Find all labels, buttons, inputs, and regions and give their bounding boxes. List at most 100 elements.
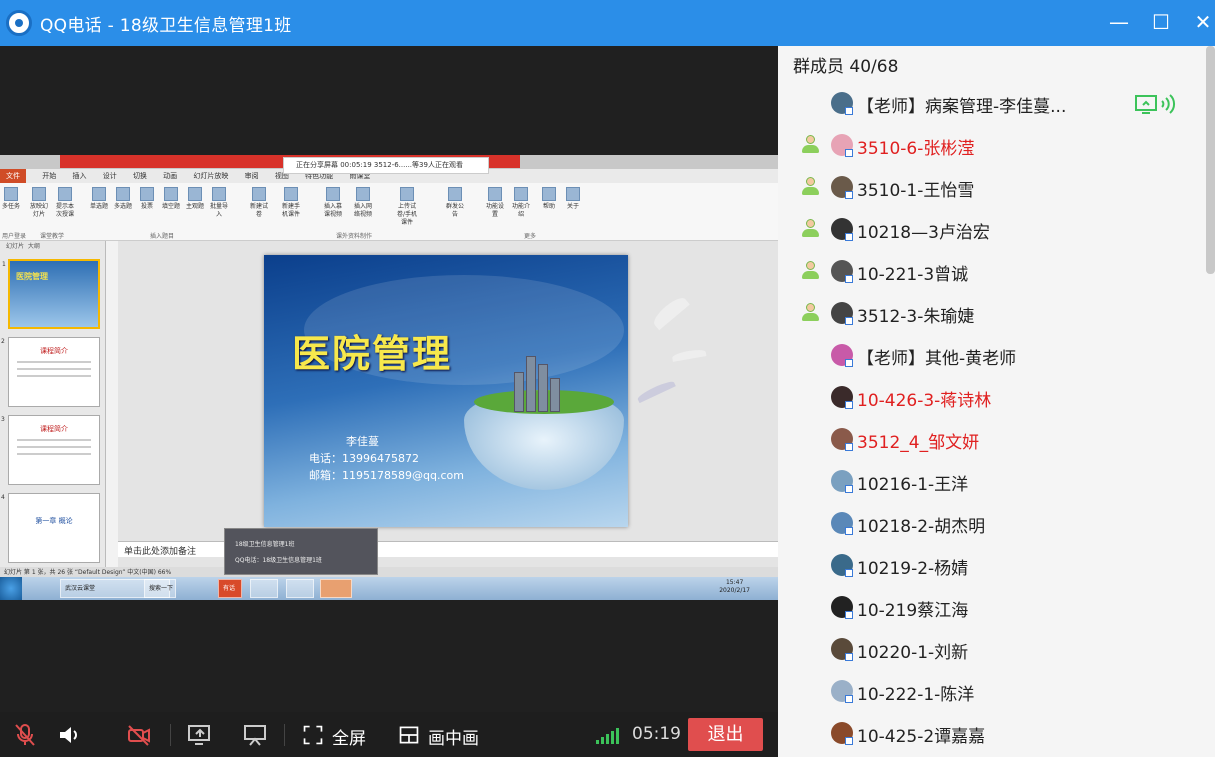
ribbon-button: 插入慕课视频 — [322, 187, 344, 219]
presenter-email: 邮箱：1195178589@qq.com — [309, 469, 464, 482]
user-status-icon — [800, 260, 820, 280]
member-list-panel: 群成员 40/68 【老师】病案管理-李佳蔓... 3510-6-张彬滢 3510-… — [778, 46, 1215, 757]
window-title: QQ电话 - 18级卫生信息管理1班 — [40, 16, 292, 36]
qq-logo-icon — [6, 10, 32, 36]
member-item[interactable]: 3510-6-张彬滢 — [778, 124, 1215, 166]
member-item[interactable]: 3512-3-朱瑜婕 — [778, 292, 1215, 334]
ppt-tab: 幻灯片放映 — [193, 172, 229, 180]
ribbon-button: 单选题 — [88, 187, 110, 211]
presentation-icon[interactable] — [242, 722, 268, 748]
ribbon-button: 批量导入 — [208, 187, 230, 219]
device-badge-icon — [845, 275, 853, 283]
ppt-tab: 审阅 — [244, 172, 259, 180]
speaker-icon[interactable] — [56, 722, 82, 748]
device-badge-icon — [845, 317, 853, 325]
device-badge-icon — [845, 695, 853, 703]
island-graphic — [464, 356, 624, 490]
device-badge-icon — [845, 233, 853, 241]
member-name: 10-219蔡江海 — [857, 601, 969, 621]
member-item[interactable]: 【老师】病案管理-李佳蔓... — [778, 82, 1215, 124]
ribbon-button: 主观题 — [184, 187, 206, 211]
ribbon-button: 插入网络视频 — [352, 187, 374, 219]
ppt-tab: 动画 — [163, 172, 178, 180]
member-item[interactable]: 【老师】其他-黄老师 — [778, 334, 1215, 376]
member-list-scrollbar[interactable] — [1206, 46, 1215, 274]
member-name: 3510-6-张彬滢 — [857, 139, 975, 159]
picture-in-picture-button[interactable]: 画中画 — [428, 724, 479, 749]
user-status-icon — [800, 302, 820, 322]
member-item[interactable]: 3510-1-王怡雪 — [778, 166, 1215, 208]
fullscreen-button[interactable]: 全屏 — [332, 724, 366, 749]
windows-taskbar: 武汉云课堂 搜索一下 有话 15:47 2020/2/17 — [0, 577, 778, 600]
start-icon — [0, 577, 22, 600]
member-item[interactable]: 3512_4_邹文妍 — [778, 418, 1215, 460]
ppt-tab: 开始 — [42, 172, 57, 180]
taskbar-item: 有话 — [218, 579, 242, 598]
member-item[interactable]: 10218-2-胡杰明 — [778, 502, 1215, 544]
ribbon-group-label: 用户登录 — [2, 233, 27, 240]
member-item[interactable]: 10-425-2谭嘉嘉 — [778, 712, 1215, 754]
slide-thumbnail: 3 课程简介 — [1, 415, 100, 485]
ribbon-button: 功能介绍 — [510, 187, 532, 219]
ppt-tab: 文件 — [0, 169, 26, 183]
member-name: 3512-3-朱瑜婕 — [857, 307, 975, 327]
device-badge-icon — [845, 401, 853, 409]
ribbon-group-label: 插入题目 — [150, 233, 175, 240]
close-button[interactable]: ✕ — [1188, 7, 1215, 37]
member-item[interactable]: 10-219蔡江海 — [778, 586, 1215, 628]
ribbon-button: 投票 — [136, 187, 158, 211]
taskbar-item: 搜索一下 — [144, 579, 176, 598]
device-badge-icon — [845, 149, 853, 157]
ribbon-button: 提示本次授课 — [54, 187, 76, 219]
ribbon-button: 放映幻灯片 — [28, 187, 50, 219]
device-badge-icon — [845, 485, 853, 493]
device-badge-icon — [845, 359, 853, 367]
member-item[interactable]: 10220-1-刘新 — [778, 628, 1215, 670]
presenter-phone: 电话：13996475872 — [309, 452, 419, 465]
camera-off-icon[interactable] — [126, 722, 152, 748]
member-count-header: 群成员 40/68 — [793, 57, 899, 77]
ppt-status-bar: 幻灯片 第 1 张，共 26 张 “Default Design” 中文(中国)… — [0, 567, 778, 577]
member-name: 3510-1-王怡雪 — [857, 181, 975, 201]
ppt-ribbon: 多任务 放映幻灯片 提示本次授课 单选题 多选题 投票 填空题 主观题 批量导入… — [0, 183, 778, 241]
slide-thumbnail: 4 第一章 概论 — [1, 493, 100, 563]
divider — [170, 724, 171, 746]
user-status-icon — [800, 176, 820, 196]
share-screen-icon[interactable] — [186, 722, 212, 748]
ribbon-button: 关于 — [562, 187, 584, 211]
ribbon-button: 功能设置 — [484, 187, 506, 219]
maximize-button[interactable]: ☐ — [1146, 7, 1176, 37]
title-bar: QQ电话 - 18级卫生信息管理1班 — ☐ ✕ — [0, 0, 1215, 46]
mic-muted-icon[interactable] — [12, 722, 38, 748]
member-item[interactable]: 10-222-1-陈洋 — [778, 670, 1215, 712]
member-item[interactable]: 10219-2-杨婧 — [778, 544, 1215, 586]
qq-call-window: QQ电话 - 18级卫生信息管理1班 — ☐ ✕ 文件 开始 插入 设计 切换 … — [0, 0, 1215, 757]
member-name: 【老师】其他-黄老师 — [857, 349, 1017, 369]
member-name: 10-425-2谭嘉嘉 — [857, 727, 986, 747]
member-name: 10-222-1-陈洋 — [857, 685, 975, 705]
ribbon-button: 新建试卷 — [248, 187, 270, 219]
device-badge-icon — [845, 191, 853, 199]
minimize-button[interactable]: — — [1104, 7, 1134, 37]
presenter-name: 李佳蔓 — [346, 435, 379, 448]
member-name: 3512_4_邹文妍 — [857, 433, 980, 453]
ribbon-button: 多选题 — [112, 187, 134, 211]
member-item[interactable]: 10-221-3曾诚 — [778, 250, 1215, 292]
member-item[interactable]: 10-426-3-蒋诗林 — [778, 376, 1215, 418]
member-name: 10-221-3曾诚 — [857, 265, 969, 285]
taskbar-folder-icon — [250, 579, 278, 598]
member-name: 10218—3卢治宏 — [857, 223, 990, 243]
picture-in-picture-icon[interactable] — [398, 722, 420, 748]
slide-title: 医院管理 — [292, 331, 453, 376]
member-item[interactable]: 10218—3卢治宏 — [778, 208, 1215, 250]
member-item[interactable]: 10216-1-王洋 — [778, 460, 1215, 502]
member-name: 【老师】病案管理-李佳蔓... — [857, 97, 1067, 117]
exit-button[interactable]: 退出 — [688, 718, 763, 751]
shared-screen: 文件 开始 插入 设计 切换 动画 幻灯片放映 审阅 视图 特色功能 雨课堂 正… — [0, 155, 778, 600]
share-status-banner: 正在分享屏幕 00:05:19 3512-6......等39人正在观看 — [283, 157, 489, 174]
current-slide: 医院管理 李佳蔓 电话：13996475872 邮箱：1195178589@qq… — [264, 255, 628, 527]
device-badge-icon — [845, 527, 853, 535]
fullscreen-icon[interactable] — [302, 722, 324, 748]
ribbon-button: 帮助 — [538, 187, 560, 211]
device-badge-icon — [845, 611, 853, 619]
